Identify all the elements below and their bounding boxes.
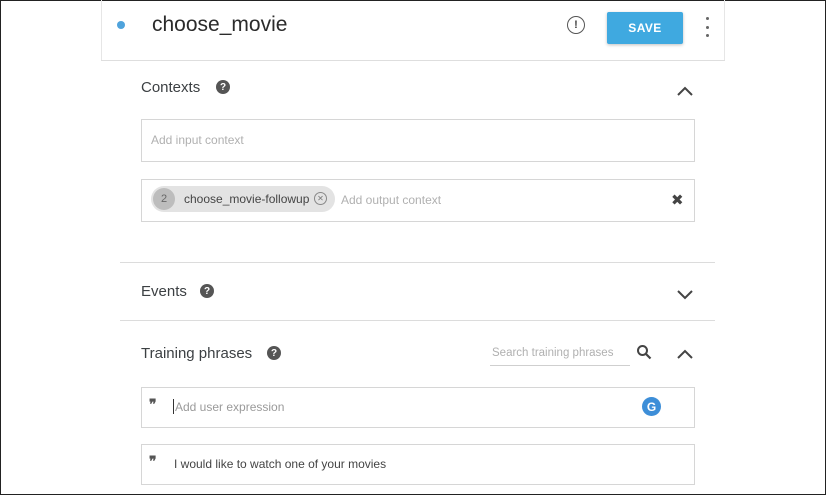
output-context-placeholder[interactable]: Add output context [341,193,441,207]
quote-icon: ❞ [149,454,157,470]
intent-name-field[interactable]: choose_movie [152,13,287,37]
search-placeholder: Search training phrases [492,347,614,359]
chevron-up-icon[interactable] [677,349,693,359]
input-context-placeholder: Add input context [151,133,244,147]
header-divider [101,60,725,61]
training-phrase-text[interactable]: I would like to watch one of your movies [174,457,386,471]
chevron-up-icon[interactable] [677,86,693,96]
search-icon[interactable] [636,344,652,360]
add-user-expression-field[interactable]: ❞ Add user expression [141,387,695,428]
user-expression-placeholder: Add user expression [175,400,285,414]
panel-left-border [101,0,102,60]
save-button[interactable]: SAVE [607,12,683,44]
quote-icon: ❞ [149,397,157,413]
intent-status-dot [117,21,125,29]
events-help-icon[interactable]: ? [200,284,214,298]
section-divider [120,320,715,321]
context-lifespan-badge[interactable]: 2 [153,188,175,210]
contexts-section-title[interactable]: Contexts [141,79,200,96]
text-cursor [173,399,174,414]
training-phrases-help-icon[interactable]: ? [267,346,281,360]
output-context-chip[interactable]: 2 choose_movie-followup ✕ [151,186,335,212]
alert-circle-icon[interactable]: ! [567,16,585,34]
clear-output-contexts-icon[interactable]: ✖ [671,191,684,209]
panel-right-border [724,0,725,60]
grammarly-icon[interactable]: G [642,397,661,416]
remove-chip-icon[interactable]: ✕ [314,192,327,205]
events-section-title[interactable]: Events [141,283,187,300]
search-training-phrases-input[interactable]: Search training phrases [490,343,630,366]
input-context-field[interactable]: Add input context [141,119,695,162]
section-divider [120,262,715,263]
output-context-name: choose_movie-followup [184,192,310,206]
contexts-help-icon[interactable]: ? [216,80,230,94]
training-phrases-section-title[interactable]: Training phrases [141,345,252,362]
chevron-down-icon[interactable] [677,290,693,300]
more-vert-icon[interactable] [702,17,712,37]
